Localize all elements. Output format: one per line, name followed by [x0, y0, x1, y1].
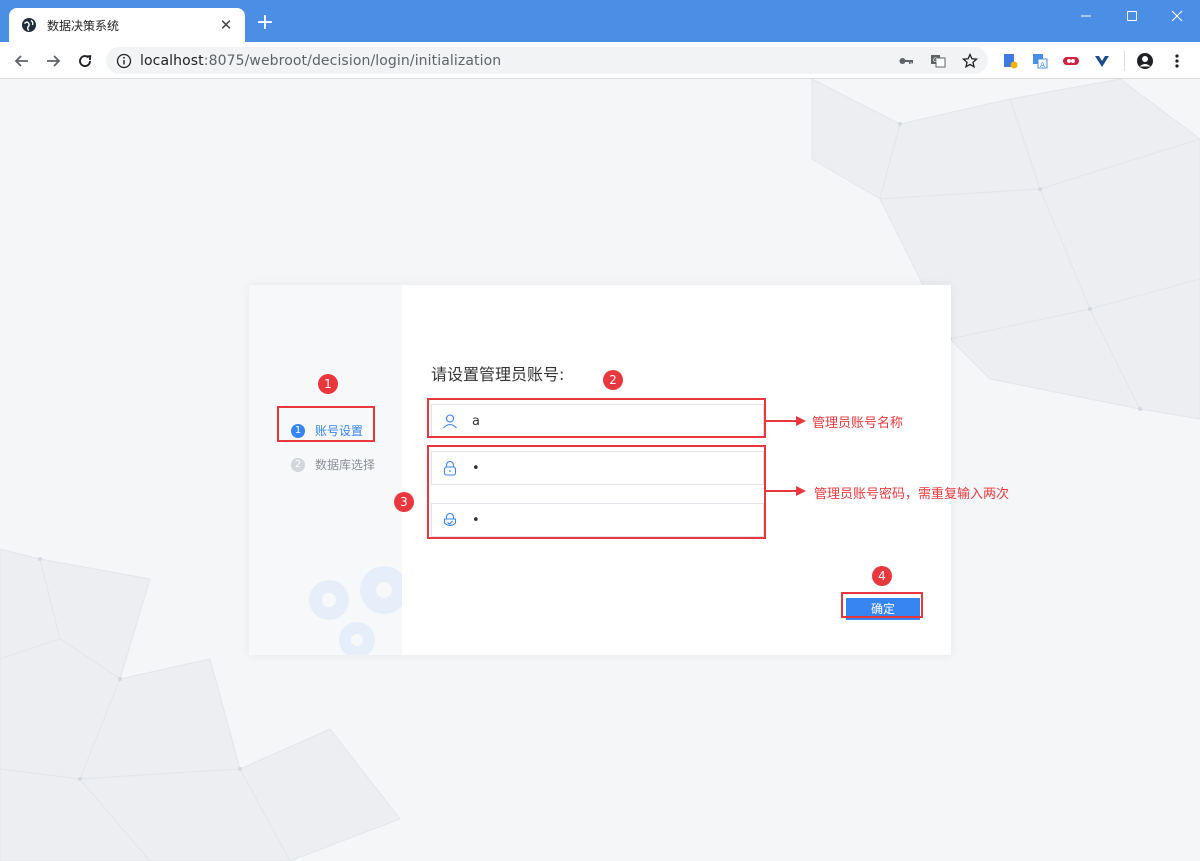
maximize-icon: [1127, 11, 1137, 21]
annotation-arrow-icon: [766, 486, 806, 496]
new-tab-button[interactable]: +: [254, 12, 276, 34]
back-button[interactable]: [10, 49, 34, 73]
arrow-left-icon: [14, 55, 28, 67]
address-bar[interactable]: localhost:8075/webroot/decision/login/in…: [106, 47, 988, 74]
extension-doc-icon[interactable]: [1001, 52, 1019, 70]
tab-close-icon[interactable]: ✕: [217, 16, 235, 34]
annotation-note-name: 管理员账号名称: [812, 416, 904, 431]
globe-icon: [22, 18, 36, 32]
minimize-button[interactable]: [1063, 6, 1109, 26]
extension-record-icon[interactable]: [1062, 52, 1080, 70]
close-window-button[interactable]: [1154, 6, 1200, 26]
minimize-icon: [1081, 15, 1091, 17]
info-icon[interactable]: [116, 53, 132, 69]
annotation-arrow-icon: [766, 416, 806, 426]
menu-kebab-icon[interactable]: [1168, 52, 1186, 70]
reload-button[interactable]: [73, 49, 97, 73]
annotation-badge-4: 4: [872, 566, 892, 586]
step-database-selection[interactable]: 2 数据库选择: [291, 456, 375, 473]
steps-sidebar: 1 账号设置 2 数据库选择: [249, 285, 402, 655]
url-path: :8075/webroot/decision/login/initializat…: [203, 52, 502, 69]
key-icon[interactable]: [898, 53, 914, 69]
svg-text:G: G: [933, 57, 938, 64]
annotation-badge-3: 3: [394, 492, 414, 512]
form-title: 请设置管理员账号:: [431, 365, 565, 384]
step-number: 2: [291, 457, 305, 472]
browser-toolbar: localhost:8075/webroot/decision/login/in…: [0, 42, 1200, 79]
annotation-box-username: [427, 398, 766, 438]
tab-title: 数据决策系统: [47, 18, 120, 33]
page-viewport: 1 账号设置 2 数据库选择 请设置管理员账号: a • • 确定 1 2 3 …: [0, 79, 1200, 861]
toolbar-divider: [1124, 51, 1125, 71]
annotation-box-step: [277, 406, 375, 442]
svg-text:A: A: [1040, 61, 1045, 69]
browser-titlebar: 数据决策系统 ✕ +: [0, 0, 1200, 42]
translate-icon[interactable]: G: [930, 53, 946, 69]
star-icon[interactable]: [962, 53, 978, 69]
browser-tab[interactable]: 数据决策系统 ✕: [9, 8, 245, 42]
annotation-box-password: [427, 445, 766, 539]
gears-decoration-icon: [309, 566, 402, 655]
reload-icon: [79, 55, 92, 67]
close-icon: [1171, 10, 1183, 22]
maximize-button[interactable]: [1109, 6, 1155, 26]
annotation-badge-2: 2: [603, 370, 623, 390]
forward-button[interactable]: [41, 49, 65, 73]
annotation-box-confirm: [841, 592, 923, 618]
extension-v-icon[interactable]: [1093, 52, 1111, 70]
step-label: 数据库选择: [315, 458, 376, 472]
profile-icon[interactable]: [1136, 52, 1154, 70]
url-host: localhost: [140, 52, 204, 69]
extension-translate-icon[interactable]: A: [1031, 52, 1049, 70]
annotation-badge-1: 1: [318, 374, 338, 394]
url-text: localhost:8075/webroot/decision/login/in…: [140, 53, 501, 69]
arrow-right-icon: [47, 55, 61, 67]
annotation-note-password: 管理员账号密码，需重复输入两次: [814, 487, 1010, 502]
